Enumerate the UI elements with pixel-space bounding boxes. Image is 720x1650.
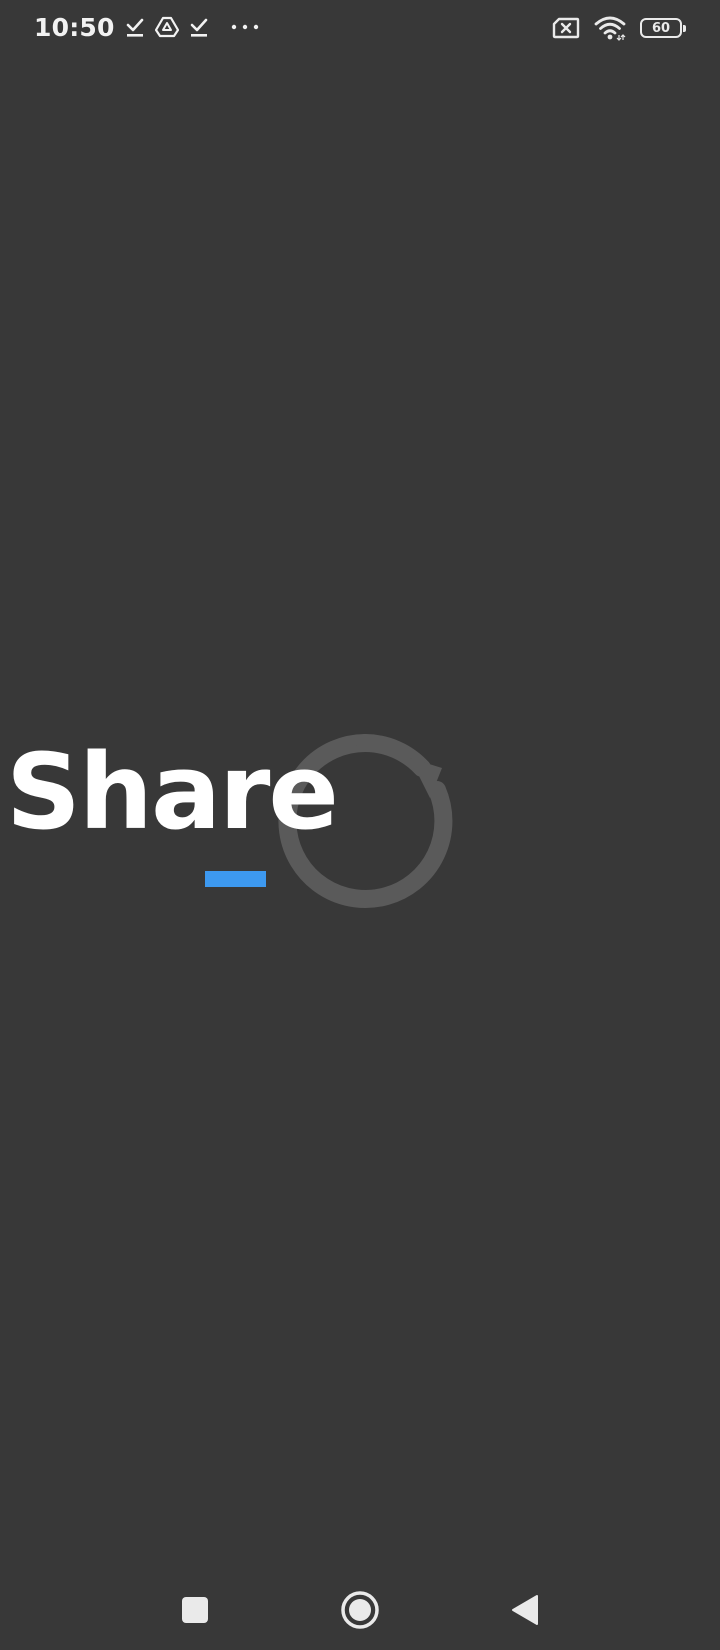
logo-underline (205, 871, 266, 887)
back-button[interactable] (497, 1582, 553, 1638)
clock: 10:50 (34, 12, 115, 42)
wifi-icon (594, 15, 626, 41)
navigation-bar (0, 1560, 720, 1650)
logo-text: Share (6, 731, 339, 853)
battery-icon: 60 (640, 18, 686, 38)
circle-icon (341, 1591, 379, 1629)
status-right: 60 (552, 12, 686, 44)
drive-icon (154, 16, 179, 38)
more-dots-icon (231, 23, 259, 31)
sim-error-icon (552, 17, 580, 39)
home-button[interactable] (332, 1582, 388, 1638)
square-icon (182, 1597, 208, 1623)
triangle-back-icon (512, 1595, 538, 1625)
status-left: 10:50 (34, 10, 259, 44)
battery-level: 60 (651, 20, 671, 36)
recents-button[interactable] (167, 1582, 223, 1638)
download-done-icon (125, 16, 145, 38)
download-done-icon (189, 16, 209, 38)
status-bar: 10:50 60 (0, 0, 720, 56)
